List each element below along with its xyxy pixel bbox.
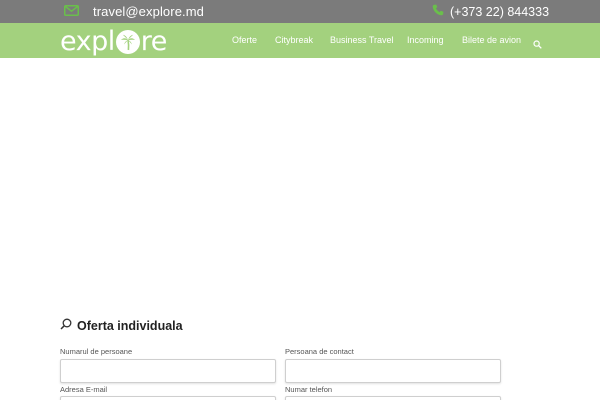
- menu-item-bilete-de-avion[interactable]: Bilete de avion: [462, 23, 521, 58]
- menu-item-oferte[interactable]: Oferte: [232, 23, 257, 58]
- phone-input[interactable]: [285, 396, 501, 400]
- search-icon: [60, 317, 72, 335]
- email-input[interactable]: [60, 396, 276, 400]
- main-menu: Oferte Citybreak Business Travel Incomin…: [0, 23, 600, 58]
- email-label: Adresa E-mail: [60, 385, 108, 394]
- email-contact[interactable]: travel@explore.md: [64, 3, 204, 20]
- contact-label: Persoana de contact: [285, 347, 354, 356]
- persons-input[interactable]: [60, 359, 276, 383]
- phone-number[interactable]: (+373 22) 844333: [450, 5, 549, 19]
- form-title: Oferta individuala: [77, 319, 183, 333]
- section-title: Oferta individuala: [60, 318, 183, 334]
- menu-item-citybreak[interactable]: Citybreak: [275, 23, 313, 58]
- menu-item-business-travel[interactable]: Business Travel: [330, 23, 394, 58]
- phone-icon: [432, 3, 444, 21]
- persons-label: Numarul de persoane: [60, 347, 133, 356]
- search-icon[interactable]: [533, 36, 542, 49]
- phone-label: Numar telefon: [285, 385, 333, 394]
- phone-contact[interactable]: (+373 22) 844333: [432, 3, 549, 20]
- contact-input[interactable]: [285, 359, 501, 383]
- top-contact-bar: travel@explore.md (+373 22) 844333: [0, 0, 600, 23]
- envelope-icon: [64, 3, 79, 21]
- menu-item-incoming[interactable]: Incoming: [407, 23, 444, 58]
- email-address[interactable]: travel@explore.md: [93, 4, 204, 19]
